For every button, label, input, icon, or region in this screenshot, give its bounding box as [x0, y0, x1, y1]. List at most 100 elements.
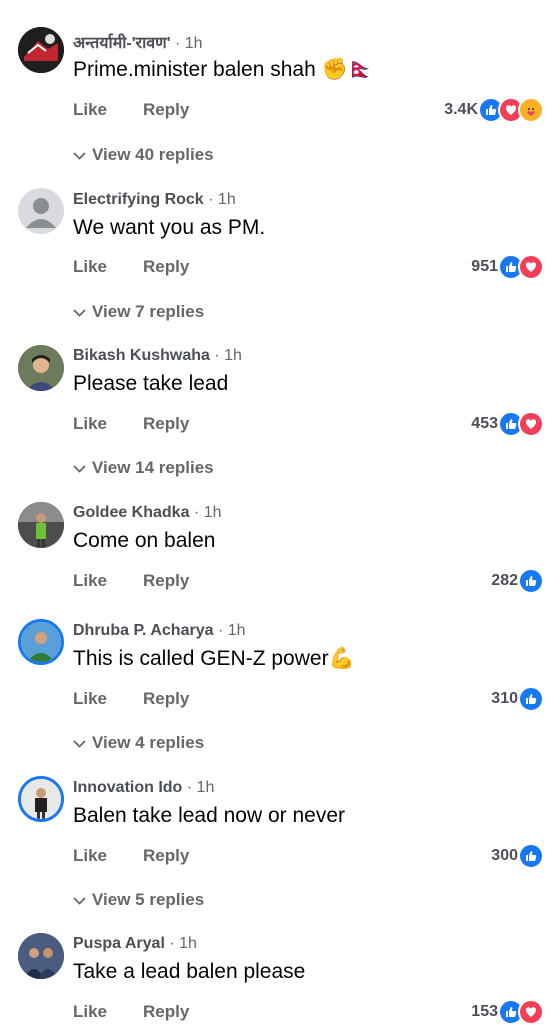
author-name[interactable]: Innovation Ido [73, 779, 182, 796]
reaction-count: 453 [471, 415, 498, 432]
author-line: Dhruba P. Acharya · 1h [73, 622, 246, 640]
timestamp[interactable]: 1h [228, 622, 246, 639]
reaction-count: 951 [471, 258, 498, 275]
separator: · [189, 504, 204, 521]
reaction-summary[interactable]: 310 [491, 686, 544, 712]
reaction-summary[interactable]: 951 [471, 254, 544, 280]
reaction-summary[interactable]: 282 [491, 568, 544, 594]
reaction-summary[interactable]: 300 [491, 843, 544, 869]
like-button[interactable]: Like [73, 257, 107, 277]
comment-body: Balen take lead now or never [73, 804, 346, 827]
thumbs-up-icon [518, 686, 544, 712]
heart-icon [518, 999, 544, 1025]
separator: · [203, 191, 218, 208]
reply-button[interactable]: Reply [143, 1002, 189, 1022]
timestamp[interactable]: 1h [185, 35, 203, 52]
author-name[interactable]: Electrifying Rock [73, 191, 204, 208]
like-button[interactable]: Like [73, 414, 107, 434]
emoji: 💪 [328, 647, 355, 670]
view-replies-link[interactable]: View 4 replies [73, 733, 204, 753]
reaction-summary[interactable]: 153 [471, 999, 544, 1025]
comment-actions: Like Reply [73, 689, 189, 709]
avatar[interactable] [18, 502, 64, 548]
like-button[interactable]: Like [73, 1002, 107, 1022]
comment-text: Please take lead [73, 372, 228, 396]
thumbs-up-icon [518, 843, 544, 869]
author-name[interactable]: Goldee Khadka [73, 504, 189, 521]
avatar[interactable] [18, 776, 64, 822]
like-button[interactable]: Like [73, 846, 107, 866]
view-replies-label: View 5 replies [92, 890, 205, 909]
reply-button[interactable]: Reply [143, 846, 189, 866]
like-button[interactable]: Like [73, 100, 107, 120]
author-line: Bikash Kushwaha · 1h [73, 347, 242, 365]
like-button[interactable]: Like [73, 571, 107, 591]
chevron-down-icon [73, 302, 86, 322]
comment-text: Take a lead balen please [73, 960, 305, 984]
view-replies-link[interactable]: View 5 replies [73, 890, 204, 910]
reaction-count: 153 [471, 1003, 498, 1020]
chevron-down-icon [73, 890, 86, 910]
heart-icon [518, 254, 544, 280]
author-line: Innovation Ido · 1h [73, 779, 214, 797]
separator: · [209, 347, 225, 364]
comment-text: This is called GEN-Z power💪 [73, 647, 355, 671]
view-replies-link[interactable]: View 40 replies [73, 145, 214, 165]
timestamp[interactable]: 1h [179, 935, 197, 952]
comment-text: Come on balen [73, 529, 215, 553]
author-name[interactable]: अन्तर्यामी-'रावण' [73, 35, 171, 52]
reaction-count: 282 [491, 572, 518, 589]
comment-actions: Like Reply [73, 846, 189, 866]
avatar[interactable] [18, 345, 64, 391]
reaction-count: 3.4K [444, 101, 478, 118]
reaction-summary[interactable]: 3.4K [444, 97, 544, 123]
comment-actions: Like Reply [73, 1002, 189, 1022]
view-replies-link[interactable]: View 7 replies [73, 302, 204, 322]
author-line: अन्तर्यामी-'रावण' · 1h [73, 31, 203, 53]
comment-body: Come on balen [73, 529, 216, 552]
like-button[interactable]: Like [73, 689, 107, 709]
author-line: Goldee Khadka · 1h [73, 504, 222, 522]
timestamp[interactable]: 1h [218, 191, 236, 208]
comment-body: Please take lead [73, 372, 229, 395]
author-name[interactable]: Dhruba P. Acharya [73, 622, 214, 639]
timestamp[interactable]: 1h [197, 779, 215, 796]
reply-button[interactable]: Reply [143, 571, 189, 591]
avatar[interactable] [18, 188, 64, 234]
comment-actions: Like Reply [73, 571, 189, 591]
chevron-down-icon [73, 733, 86, 753]
reply-button[interactable]: Reply [143, 100, 189, 120]
reply-button[interactable]: Reply [143, 257, 189, 277]
separator: · [164, 935, 180, 952]
reaction-count: 310 [491, 690, 518, 707]
chevron-down-icon [73, 145, 86, 165]
thumbs-up-icon [518, 568, 544, 594]
reaction-count: 300 [491, 847, 518, 864]
chevron-down-icon [73, 458, 86, 478]
author-name[interactable]: Bikash Kushwaha [73, 347, 210, 364]
reply-button[interactable]: Reply [143, 414, 189, 434]
heart-icon [518, 411, 544, 437]
comment-body: This is called GEN-Z power [73, 647, 329, 670]
view-replies-label: View 14 replies [92, 458, 214, 477]
timestamp[interactable]: 1h [204, 504, 222, 521]
reply-button[interactable]: Reply [143, 689, 189, 709]
view-replies-label: View 40 replies [92, 145, 214, 164]
view-replies-link[interactable]: View 14 replies [73, 458, 214, 478]
comment-body: We want you as PM. [73, 216, 266, 239]
comment-body: Prime.minister balen shah [73, 58, 316, 81]
author-name[interactable]: Puspa Aryal [73, 935, 165, 952]
comment-actions: Like Reply [73, 100, 189, 120]
view-replies-label: View 4 replies [92, 733, 205, 752]
comment-text: Prime.minister balen shah ✊🇳🇵 [73, 58, 374, 82]
avatar[interactable] [18, 27, 64, 73]
avatar[interactable] [18, 619, 64, 665]
view-replies-label: View 7 replies [92, 302, 205, 321]
timestamp[interactable]: 1h [224, 347, 242, 364]
care-face-icon [518, 97, 544, 123]
author-line: Puspa Aryal · 1h [73, 935, 197, 953]
comment-text: Balen take lead now or never [73, 804, 345, 828]
reaction-summary[interactable]: 453 [471, 411, 544, 437]
comment-actions: Like Reply [73, 257, 189, 277]
avatar[interactable] [18, 933, 64, 979]
